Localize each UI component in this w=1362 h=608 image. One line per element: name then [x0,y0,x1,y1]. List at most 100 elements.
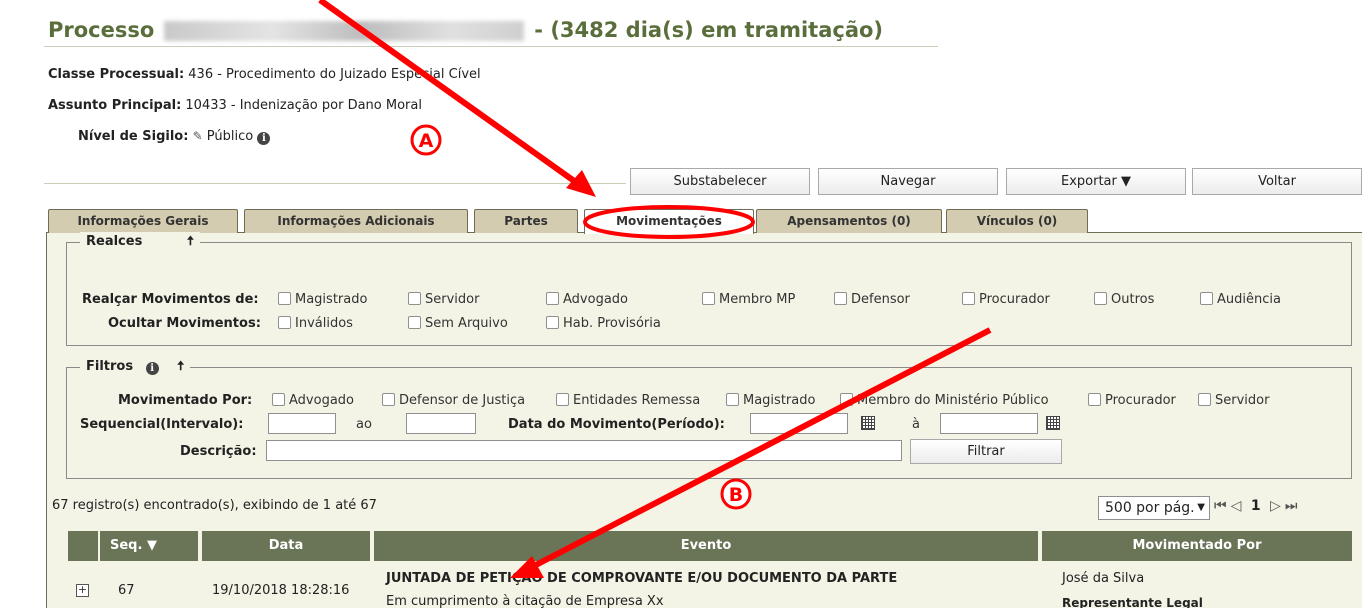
tab-partes[interactable]: Partes [474,209,578,233]
row-mov-por-role: Representante Legal [1062,596,1203,608]
option-label: Advogado [563,292,628,307]
tab-informacoes-gerais[interactable]: Informações Gerais [48,209,238,233]
realcar-advogado[interactable]: Advogado [546,292,628,307]
data-to-input[interactable] [940,413,1038,434]
per-page-select[interactable]: 500 por pág. ▼ [1098,496,1210,520]
realcar-outros[interactable]: Outros [1094,292,1154,307]
voltar-button[interactable]: Voltar [1192,168,1362,195]
checkbox[interactable] [1094,292,1107,305]
realcar-defensor[interactable]: Defensor [834,292,910,307]
option-label: Magistrado [295,292,368,307]
classe-value: 436 - Procedimento do Juizado Especial C… [188,67,481,82]
seq-from-input[interactable] [268,413,336,434]
info-icon[interactable]: i [145,362,159,375]
first-page-icon[interactable]: ⏮ [1214,498,1228,514]
exportar-button[interactable]: Exportar ▼ [1006,168,1186,195]
sigilo-label: Nível de Sigilo: [78,129,189,144]
option-label: Hab. Provisória [563,316,661,331]
redacted-process-number [164,21,525,41]
tab-vinculos[interactable]: Vínculos (0) [946,209,1088,233]
info-icon[interactable]: i [257,132,271,145]
filtrar-button[interactable]: Filtrar [910,439,1062,464]
realcar-audiencia[interactable]: Audiência [1200,292,1281,307]
option-label: Defensor de Justiça [399,393,526,408]
pagination: ⏮ ◁ 1 ▷ ⏭ [1214,498,1298,514]
checkbox[interactable] [962,292,975,305]
row-mov-por-name: José da Silva [1062,571,1145,586]
calendar-icon[interactable] [1046,416,1060,430]
tab-informacoes-adicionais[interactable]: Informações Adicionais [244,209,468,233]
annotation-a-circle [410,124,442,156]
mov-por-column-header[interactable]: Movimentado Por [1042,531,1352,561]
checkbox[interactable] [272,393,285,406]
realcar-procurador[interactable]: Procurador [962,292,1050,307]
row-evento-title[interactable]: JUNTADA DE PETIÇÃO DE COMPROVANTE E/OU D… [386,571,897,586]
checkbox[interactable] [408,292,421,305]
pencil-icon[interactable]: ✎ [193,129,203,143]
data-label: Data do Movimento(Período): [508,417,725,432]
checkbox[interactable] [278,292,291,305]
realcar-membro-mp[interactable]: Membro MP [702,292,795,307]
row-data: 19/10/2018 18:28:16 [212,583,350,598]
data-column-header[interactable]: Data [202,531,370,561]
evento-column-header[interactable]: Evento [374,531,1038,561]
checkbox[interactable] [840,393,853,406]
checkbox[interactable] [1088,393,1101,406]
dropdown-arrow-icon: ▼ [1197,502,1205,513]
arrow-up-icon[interactable]: 🠅 [187,234,194,249]
checkbox[interactable] [702,292,715,305]
option-label: Procurador [1105,393,1176,408]
checkbox[interactable] [726,393,739,406]
prev-page-icon[interactable]: ◁ [1231,498,1243,514]
option-label: Membro MP [719,292,796,307]
ocultar-hab-provisoria[interactable]: Hab. Provisória [546,316,661,331]
calendar-icon[interactable] [861,416,875,430]
mov-por-defensor[interactable]: Defensor de Justiça [382,393,525,408]
option-label: Servidor [1215,393,1270,408]
checkbox[interactable] [408,316,421,329]
realcar-servidor[interactable]: Servidor [408,292,479,307]
mov-por-membro-mp[interactable]: Membro do Ministério Público [840,393,1049,408]
mov-por-entidades[interactable]: Entidades Remessa [556,393,700,408]
expand-column-header [68,531,98,561]
mov-por-magistrado[interactable]: Magistrado [726,393,815,408]
mov-por-advogado[interactable]: Advogado [272,393,354,408]
classe-label: Classe Processual: [48,67,185,82]
title-prefix: Processo [48,18,155,42]
tab-apensamentos[interactable]: Apensamentos (0) [756,209,942,233]
checkbox[interactable] [278,316,291,329]
mov-por-procurador[interactable]: Procurador [1088,393,1176,408]
ocultar-invalidos[interactable]: Inválidos [278,316,353,331]
mov-por-servidor[interactable]: Servidor [1198,393,1269,408]
option-label: Advogado [289,393,354,408]
data-from-input[interactable] [750,413,848,434]
title-suffix: - (3482 dia(s) em tramitação) [534,18,884,42]
arrow-up-icon[interactable]: 🠅 [177,359,184,374]
data-a-label: à [912,417,920,432]
substabelecer-button[interactable]: Substabelecer [630,168,810,195]
option-label: Membro do Ministério Público [857,393,1049,408]
ocultar-sem-arquivo[interactable]: Sem Arquivo [408,316,508,331]
annotation-a-text: A [419,130,434,152]
expand-row-icon[interactable]: + [76,584,89,597]
next-page-icon[interactable]: ▷ [1270,498,1282,514]
checkbox[interactable] [382,393,395,406]
realcar-magistrado[interactable]: Magistrado [278,292,367,307]
option-label: Sem Arquivo [425,316,508,331]
tab-movimentacoes[interactable]: Movimentações [584,209,754,234]
realces-legend: Realces 🠅 [80,232,200,254]
descricao-input[interactable] [266,440,902,461]
seq-column-header[interactable]: Seq. ▼ [100,531,198,561]
checkbox[interactable] [834,292,847,305]
checkbox[interactable] [1200,292,1213,305]
navegar-button[interactable]: Navegar [818,168,998,195]
checkbox[interactable] [546,316,559,329]
classe-row: Classe Processual: 436 - Procedimento do… [48,67,481,82]
checkbox[interactable] [546,292,559,305]
checkbox[interactable] [1198,393,1211,406]
seq-to-input[interactable] [406,413,476,434]
sigilo-row: Nível de Sigilo: ✎ Público i [78,129,271,145]
last-page-icon[interactable]: ⏭ [1285,498,1299,514]
filtros-legend: Filtros i 🠅 [80,357,191,379]
checkbox[interactable] [556,393,569,406]
